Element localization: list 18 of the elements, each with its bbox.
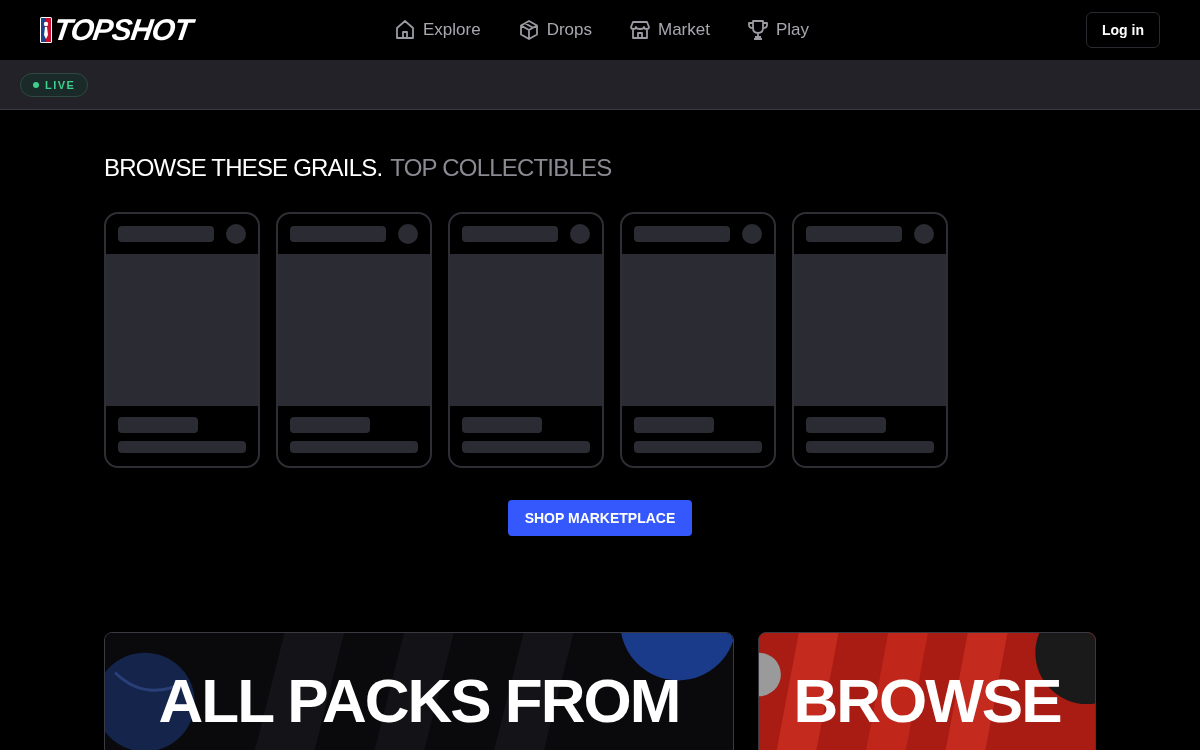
nav-link[interactable]: Explore — [393, 18, 481, 42]
login-button[interactable]: Log in — [1086, 12, 1160, 48]
promo-banner[interactable]: ALL PACKS FROM — [104, 632, 734, 750]
trophy-icon — [745, 18, 770, 42]
live-badge: LIVE — [20, 72, 89, 97]
nav-link[interactable]: Play — [745, 18, 810, 42]
section-title: BROWSE THESE GRAILS. — [104, 154, 383, 182]
promo-banner[interactable]: BROWSE — [758, 632, 1096, 750]
store-icon — [628, 18, 652, 42]
banner-headline: ALL PACKS FROM — [158, 671, 680, 731]
nav-link[interactable]: Market — [628, 18, 710, 42]
logo-text[interactable]: TOPSHOT — [51, 13, 194, 47]
shop-marketplace-button[interactable]: SHOP MARKETPLACE — [507, 500, 693, 536]
nav-link[interactable]: Drops — [516, 18, 592, 42]
section-subtitle: TOP COLLECTIBLES — [390, 154, 612, 182]
logo-icon — [40, 17, 52, 43]
home-icon — [393, 18, 417, 42]
banner-headline: BROWSE — [793, 671, 1061, 731]
